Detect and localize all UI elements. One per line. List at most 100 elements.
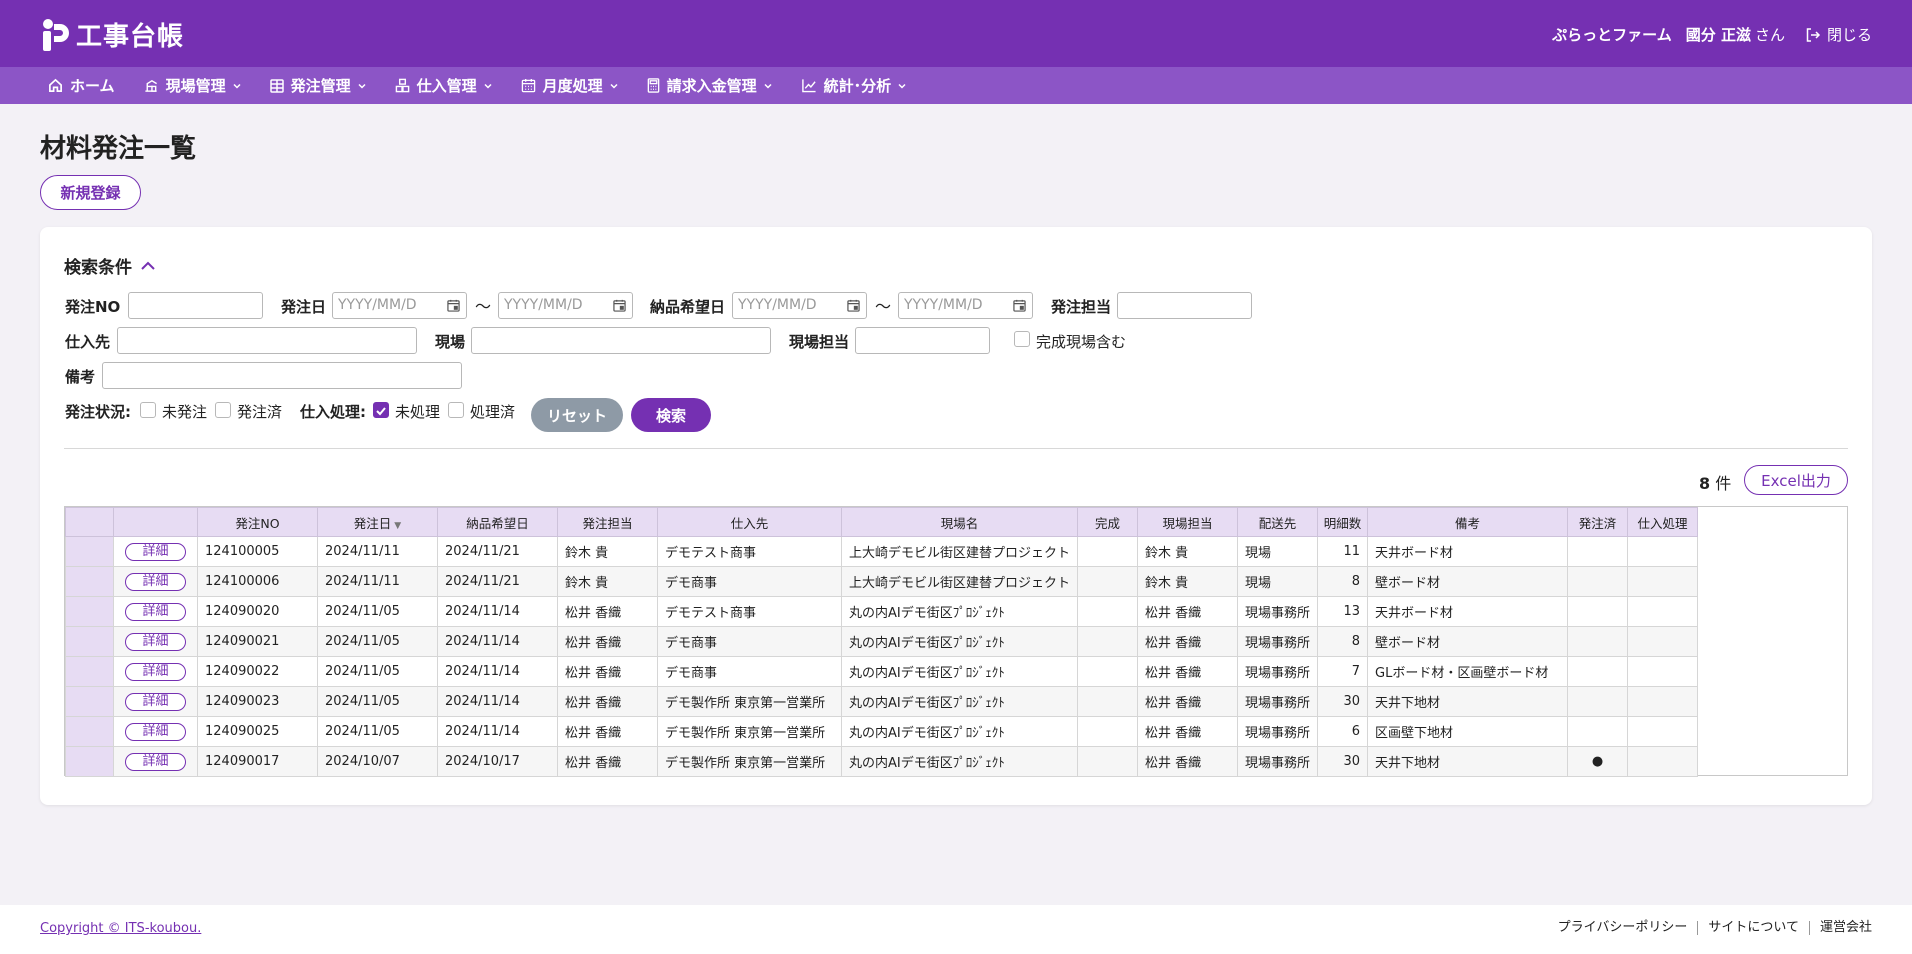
header-supplier[interactable]: 仕入先 bbox=[657, 507, 842, 537]
reset-button[interactable]: リセット bbox=[531, 398, 623, 432]
privacy-policy-link[interactable]: プライバシーポリシー bbox=[1548, 921, 1698, 935]
user-area: ぷらっとファーム 國分 正滋 さん 閉じる bbox=[1552, 24, 1872, 45]
row-select-cell[interactable] bbox=[65, 626, 114, 657]
about-site-link[interactable]: サイトについて bbox=[1697, 921, 1809, 935]
search-button[interactable]: 検索 bbox=[631, 398, 711, 432]
nav-site-management[interactable]: 現場管理 bbox=[143, 75, 242, 96]
cell-site-staff: 松井 香織 bbox=[1137, 746, 1239, 777]
copyright-link[interactable]: Copyright © ITS-koubou. bbox=[40, 921, 201, 936]
status-unordered-checkbox[interactable] bbox=[140, 402, 156, 418]
row-select-cell[interactable] bbox=[65, 686, 114, 717]
cell-order-date: 2024/11/11 bbox=[317, 566, 438, 597]
result-count-number: 8 bbox=[1699, 474, 1711, 493]
row-select-cell[interactable] bbox=[65, 566, 114, 597]
status-unordered-label: 未発注 bbox=[162, 403, 208, 421]
table-row[interactable]: 詳細 124090017 2024/10/07 2024/10/17 松井 香織 デモ製作… bbox=[65, 746, 1699, 777]
detail-button[interactable]: 詳細 bbox=[125, 572, 186, 591]
app-title: 工事台帳 bbox=[76, 22, 185, 52]
calendar-icon bbox=[447, 299, 460, 312]
nav-monthly-processing[interactable]: 月度処理 bbox=[521, 75, 619, 96]
cell-purchase bbox=[1627, 566, 1699, 597]
detail-button[interactable]: 詳細 bbox=[125, 542, 186, 561]
cell-order-date: 2024/11/05 bbox=[317, 656, 438, 687]
cell-order-no: 124090020 bbox=[197, 596, 318, 627]
detail-button[interactable]: 詳細 bbox=[125, 662, 186, 681]
nav-billing-management[interactable]: 請求入金管理 bbox=[647, 75, 773, 96]
delivery-date-from-input[interactable]: YYYY/MM/D bbox=[732, 292, 867, 319]
table-row[interactable]: 詳細 124090022 2024/11/05 2024/11/14 松井 香織 デモ商事… bbox=[65, 656, 1699, 687]
header-order-no[interactable]: 発注NO bbox=[197, 507, 318, 537]
nav-order-management[interactable]: 発注管理 bbox=[269, 75, 367, 96]
calculator-icon bbox=[647, 78, 659, 93]
nav-label: 月度処理 bbox=[542, 77, 603, 95]
delivery-date-to-input[interactable]: YYYY/MM/D bbox=[898, 292, 1033, 319]
table-row[interactable]: 詳細 124090023 2024/11/05 2024/11/14 松井 香織 デモ製作… bbox=[65, 686, 1699, 717]
detail-cell: 詳細 bbox=[113, 716, 198, 747]
order-date-from-input[interactable]: YYYY/MM/D bbox=[332, 292, 467, 319]
header-order-date[interactable]: 発注日 ▼ bbox=[317, 507, 438, 537]
excel-export-button[interactable]: Excel出力 bbox=[1744, 465, 1848, 495]
cell-site-name: 丸の内AIデモ街区ﾌﾟﾛｼﾞｪｸﾄ bbox=[840, 596, 1079, 627]
row-select-cell[interactable] bbox=[65, 656, 114, 687]
cell-completed bbox=[1077, 626, 1139, 657]
cell-ordered bbox=[1567, 686, 1629, 717]
order-date-to-input[interactable]: YYYY/MM/D bbox=[498, 292, 633, 319]
detail-button[interactable]: 詳細 bbox=[125, 722, 186, 741]
header-remarks[interactable]: 備考 bbox=[1367, 507, 1569, 537]
table-row[interactable]: 詳細 124100006 2024/11/11 2024/11/21 鈴木 貴デモ商事上… bbox=[65, 566, 1699, 597]
table-row[interactable]: 詳細 124090021 2024/11/05 2024/11/14 松井 香織 デモ商事… bbox=[65, 626, 1699, 657]
logout-icon bbox=[1806, 27, 1821, 42]
detail-button[interactable]: 詳細 bbox=[125, 752, 186, 771]
nav-statistics[interactable]: 統計･分析 bbox=[801, 75, 908, 96]
row-select-cell[interactable] bbox=[65, 536, 114, 567]
header-line-count[interactable]: 明細数 bbox=[1317, 507, 1369, 537]
chevron-down-icon bbox=[358, 83, 366, 89]
remarks-label: 備考 bbox=[65, 368, 96, 386]
search-conditions-toggle[interactable]: 検索条件 bbox=[64, 253, 156, 278]
cell-delivery-date: 2024/11/14 bbox=[437, 596, 558, 627]
detail-cell: 詳細 bbox=[113, 566, 198, 597]
result-count: 8 件 bbox=[1699, 470, 1731, 494]
purchase-done-checkbox[interactable] bbox=[448, 402, 464, 418]
supplier-input[interactable] bbox=[117, 327, 417, 354]
cell-site-name: 丸の内AIデモ街区ﾌﾟﾛｼﾞｪｸﾄ bbox=[840, 746, 1079, 777]
new-registration-button[interactable]: 新規登録 bbox=[40, 175, 141, 210]
table-header-row: 発注NO 発注日 ▼ 納品希望日 発注担当 仕入先 現場名 完成 現場担当 配送先… bbox=[65, 507, 1699, 537]
row-select-cell[interactable] bbox=[65, 596, 114, 627]
cell-site-name: 丸の内AIデモ街区ﾌﾟﾛｼﾞｪｸﾄ bbox=[840, 656, 1079, 687]
header-completed[interactable]: 完成 bbox=[1077, 507, 1139, 537]
nav-home[interactable]: ホーム bbox=[48, 75, 115, 96]
detail-button[interactable]: 詳細 bbox=[125, 692, 186, 711]
nav-label: 現場管理 bbox=[165, 77, 226, 95]
table-row[interactable]: 詳細 124100005 2024/11/11 2024/11/21 鈴木 貴デモテスト… bbox=[65, 536, 1699, 567]
nav-purchase-management[interactable]: 仕入管理 bbox=[395, 75, 493, 96]
site-staff-input[interactable] bbox=[855, 327, 990, 354]
header-site-name[interactable]: 現場名 bbox=[840, 507, 1079, 537]
cell-destination: 現場事務所 bbox=[1237, 716, 1319, 747]
header-destination[interactable]: 配送先 bbox=[1237, 507, 1319, 537]
search-conditions-title: 検索条件 bbox=[64, 258, 132, 278]
header-site-staff[interactable]: 現場担当 bbox=[1137, 507, 1239, 537]
include-completed-checkbox[interactable] bbox=[1014, 331, 1030, 347]
detail-button[interactable]: 詳細 bbox=[125, 632, 186, 651]
row-select-cell[interactable] bbox=[65, 746, 114, 777]
site-input[interactable] bbox=[471, 327, 771, 354]
row-select-cell[interactable] bbox=[65, 716, 114, 747]
table-row[interactable]: 詳細 124090020 2024/11/05 2024/11/14 松井 香織 デモテス… bbox=[65, 596, 1699, 627]
app-logo[interactable]: 工事台帳 bbox=[42, 16, 184, 53]
header-purchase[interactable]: 仕入処理 bbox=[1627, 507, 1699, 537]
status-ordered-label: 発注済 bbox=[237, 403, 283, 421]
remarks-input[interactable] bbox=[102, 362, 462, 389]
detail-button[interactable]: 詳細 bbox=[125, 602, 186, 621]
logout-button[interactable]: 閉じる bbox=[1805, 24, 1872, 45]
header-delivery-date[interactable]: 納品希望日 bbox=[437, 507, 558, 537]
table-row[interactable]: 詳細 124090025 2024/11/05 2024/11/14 松井 香織 デモ製作… bbox=[65, 716, 1699, 747]
order-staff-input[interactable] bbox=[1117, 292, 1252, 319]
status-ordered-checkbox[interactable] bbox=[215, 402, 231, 418]
order-no-input[interactable] bbox=[128, 292, 263, 319]
operator-link[interactable]: 運営会社 bbox=[1808, 921, 1872, 935]
header-order-staff[interactable]: 発注担当 bbox=[557, 507, 658, 537]
header-ordered[interactable]: 発注済 bbox=[1567, 507, 1629, 537]
header-select bbox=[65, 507, 114, 537]
purchase-pending-checkbox[interactable] bbox=[373, 402, 389, 418]
